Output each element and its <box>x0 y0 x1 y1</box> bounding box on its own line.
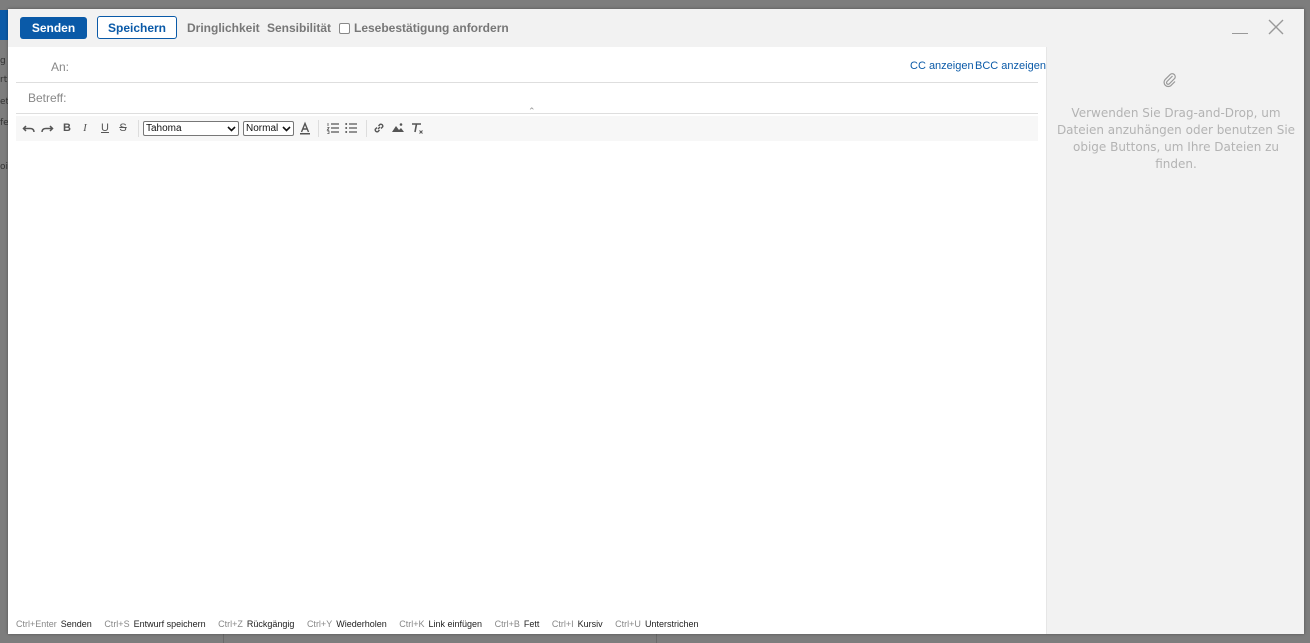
shortcut-hint: Ctrl+K Link einfügen <box>399 619 483 629</box>
attachment-drop-zone[interactable]: Verwenden Sie Drag-and-Drop, um Dateien … <box>1046 47 1304 634</box>
chevron-down-icon <box>282 126 291 132</box>
font-family-value: Tahoma <box>146 123 182 134</box>
send-button[interactable]: Senden <box>20 17 87 39</box>
font-size-value: Normal <box>246 123 279 134</box>
shortcut-hint: Ctrl+B Fett <box>494 619 540 629</box>
compose-pane: An: CC anzeigen BCC anzeigen Betreff: ⌃ … <box>8 47 1046 634</box>
shortcut-hint: Ctrl+Y Wiederholen <box>306 619 387 629</box>
unordered-list-icon[interactable] <box>344 121 358 135</box>
show-bcc-link[interactable]: BCC anzeigen <box>975 60 1046 72</box>
compose-action-bar: Senden Speichern Dringlichkeit Sensibili… <box>8 9 1304 47</box>
image-icon[interactable] <box>391 121 405 135</box>
background-text-fragment: oi <box>0 162 9 172</box>
strikethrough-icon[interactable]: S <box>116 121 130 135</box>
background-text-fragment: g <box>0 56 6 66</box>
to-field-label: An: <box>51 60 70 74</box>
to-input[interactable] <box>80 53 900 79</box>
close-icon[interactable] <box>1266 17 1286 37</box>
clear-format-icon[interactable] <box>410 121 424 135</box>
paperclip-icon <box>1163 73 1176 88</box>
field-divider <box>16 82 1038 83</box>
shortcut-hint: Ctrl+S Entwurf speichern <box>104 619 206 629</box>
message-body-editor[interactable] <box>16 141 1038 611</box>
field-divider <box>16 113 1038 114</box>
subject-field-label: Betreff: <box>28 91 67 105</box>
sensitivity-menu[interactable]: Sensibilität <box>267 21 331 35</box>
background-app-header-strip <box>0 10 8 40</box>
shortcut-hint: Ctrl+Z Rückgängig <box>218 619 295 629</box>
redo-icon[interactable] <box>40 121 54 135</box>
shortcut-hint: Ctrl+I Kursiv <box>551 619 603 629</box>
attachment-hint: Verwenden Sie Drag-and-Drop, um Dateien … <box>1056 106 1296 171</box>
shortcut-hint: Ctrl+U Unterstrichen <box>615 619 699 629</box>
font-family-select[interactable]: Tahoma <box>143 121 239 136</box>
undo-icon[interactable] <box>22 121 36 135</box>
show-cc-link[interactable]: CC anzeigen <box>910 60 974 72</box>
chevron-down-icon <box>227 126 236 132</box>
toolbar-separator <box>366 120 367 137</box>
save-button[interactable]: Speichern <box>97 16 177 39</box>
urgency-menu[interactable]: Dringlichkeit <box>187 21 260 35</box>
underline-icon[interactable]: U <box>98 121 112 135</box>
subject-input[interactable] <box>80 85 1030 111</box>
italic-icon[interactable]: I <box>78 121 92 135</box>
read-receipt-checkbox[interactable] <box>339 23 350 34</box>
compose-dialog: Senden Speichern Dringlichkeit Sensibili… <box>8 9 1304 634</box>
link-icon[interactable] <box>372 121 386 135</box>
bold-icon[interactable]: B <box>60 121 74 135</box>
text-color-icon[interactable] <box>298 121 312 135</box>
minimize-icon[interactable] <box>1232 33 1248 34</box>
ordered-list-icon[interactable] <box>326 121 340 135</box>
background-text-fragment: rt <box>0 75 8 85</box>
keyboard-shortcut-hints: Ctrl+Enter Senden Ctrl+S Entwurf speichern… <box>16 619 708 633</box>
toolbar-separator <box>318 120 319 137</box>
toolbar-separator <box>138 120 139 137</box>
shortcut-hint: Ctrl+Enter Senden <box>16 619 92 629</box>
formatting-toolbar: B I U S Tahoma Normal <box>16 116 1038 141</box>
font-size-select[interactable]: Normal <box>243 121 294 136</box>
read-receipt-label[interactable]: Lesebestätigung anfordern <box>354 21 509 35</box>
